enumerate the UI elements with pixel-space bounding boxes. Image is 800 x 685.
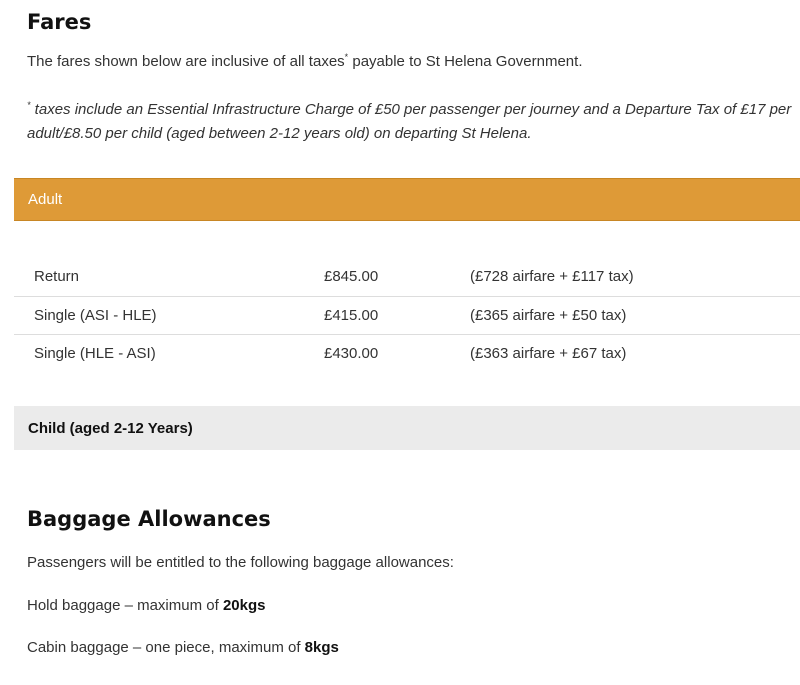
table-row: Single (HLE - ASI) £430.00 (£363 airfare… xyxy=(14,334,800,372)
fare-type: Single (HLE - ASI) xyxy=(34,344,156,362)
fares-intro-end: payable to St Helena Government. xyxy=(348,53,583,70)
fare-price: £845.00 xyxy=(324,268,379,286)
cabin-baggage-value: 8kgs xyxy=(304,639,339,656)
tax-footnote-text: taxes include an Essential Infrastructur… xyxy=(27,101,792,142)
hold-baggage-value: 20kgs xyxy=(222,597,266,614)
fares-intro-text: The fares shown below are inclusive of a… xyxy=(27,53,345,70)
accordion-adult-label: Adult xyxy=(28,191,63,208)
baggage-intro: Passengers will be entitled to the follo… xyxy=(27,554,454,571)
fare-type: Return xyxy=(34,268,80,286)
accordion-child-label: Child (aged 2-12 Years) xyxy=(28,419,193,437)
fare-breakdown: (£363 airfare + £67 tax) xyxy=(470,344,627,362)
accordion-child-header[interactable]: Child (aged 2-12 Years) xyxy=(14,406,800,450)
fare-type: Single (ASI - HLE) xyxy=(34,306,157,324)
page: Fares The fares shown below are inclusiv… xyxy=(0,0,800,685)
hold-baggage-text: Hold baggage – maximum of xyxy=(27,597,223,614)
fare-price: £430.00 xyxy=(324,344,379,362)
adult-fares-table: Return £845.00 (£728 airfare + £117 tax)… xyxy=(14,258,800,372)
fares-intro: The fares shown below are inclusive of a… xyxy=(27,52,583,70)
tax-footnote: * taxes include an Essential Infrastruct… xyxy=(27,93,792,146)
hold-baggage-line: Hold baggage – maximum of 20kgs xyxy=(27,597,265,614)
accordion-adult-header[interactable]: Adult xyxy=(14,178,800,221)
table-row: Single (ASI - HLE) £415.00 (£365 airfare… xyxy=(14,296,800,334)
baggage-heading: Baggage Allowances xyxy=(27,507,271,531)
cabin-baggage-text: Cabin baggage – one piece, maximum of xyxy=(27,639,305,656)
fares-heading: Fares xyxy=(27,10,92,34)
fare-price: £415.00 xyxy=(324,306,379,324)
table-row: Return £845.00 (£728 airfare + £117 tax) xyxy=(14,258,800,296)
fare-breakdown: (£365 airfare + £50 tax) xyxy=(470,306,627,324)
cabin-baggage-line: Cabin baggage – one piece, maximum of 8k… xyxy=(27,639,339,656)
fare-breakdown: (£728 airfare + £117 tax) xyxy=(470,268,634,286)
